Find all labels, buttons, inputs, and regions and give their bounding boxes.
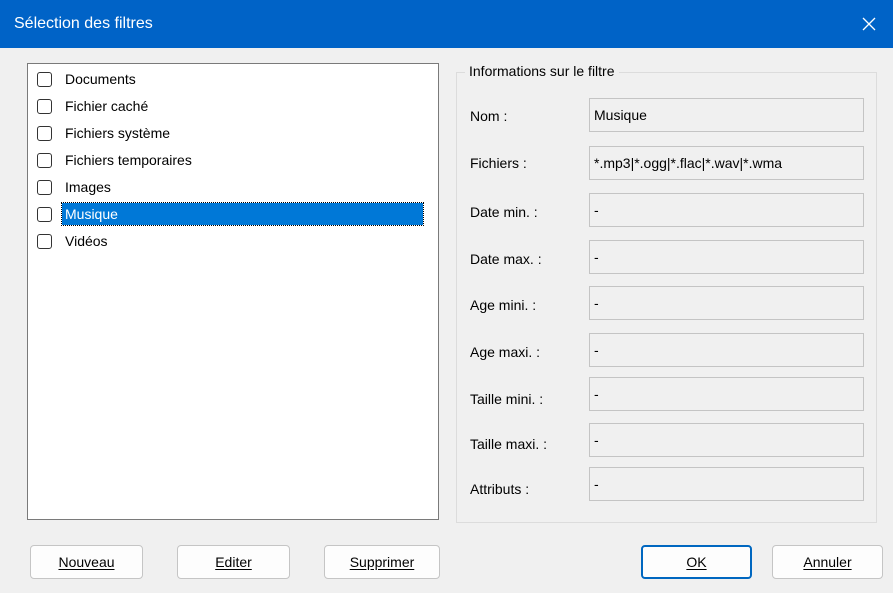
age-max-field: -: [589, 333, 864, 367]
list-item-documents[interactable]: Documents: [37, 68, 437, 90]
title-bar: Sélection des filtres: [0, 0, 893, 48]
size-max-label: Taille maxi. :: [470, 436, 548, 452]
group-title: Informations sur le filtre: [465, 63, 619, 79]
age-min-label: Age mini. :: [470, 297, 537, 313]
cancel-button[interactable]: Annuler: [772, 545, 883, 579]
ok-button[interactable]: OK: [641, 545, 752, 579]
size-max-field: -: [589, 423, 864, 457]
date-max-label: Date max. :: [470, 251, 542, 267]
date-min-field: -: [589, 193, 864, 227]
list-item-label: Fichiers temporaires: [65, 152, 192, 168]
checkbox[interactable]: [37, 126, 52, 141]
list-item-music[interactable]: Musique: [37, 202, 437, 226]
date-max-field: -: [589, 240, 864, 274]
files-field: *.mp3|*.ogg|*.flac|*.wav|*.wma: [589, 146, 864, 180]
window-title: Sélection des filtres: [14, 15, 153, 32]
checkbox[interactable]: [37, 207, 52, 222]
age-max-label: Age maxi. :: [470, 344, 541, 360]
name-field: Musique: [589, 98, 864, 132]
files-label: Fichiers :: [470, 155, 527, 171]
list-item-label: Fichier caché: [65, 98, 149, 114]
list-item-label: Images: [65, 179, 111, 195]
checkbox[interactable]: [37, 72, 52, 87]
age-min-field: -: [589, 286, 864, 320]
list-item-label: Vidéos: [65, 233, 108, 249]
list-item-temp-files[interactable]: Fichiers temporaires: [37, 149, 437, 171]
checkbox[interactable]: [37, 153, 52, 168]
checkbox[interactable]: [37, 234, 52, 249]
attributes-label: Attributs :: [470, 481, 530, 497]
list-item-label: Musique: [61, 202, 424, 226]
close-icon: [862, 17, 876, 31]
new-button[interactable]: Nouveau: [30, 545, 143, 579]
attributes-field: -: [589, 467, 864, 501]
size-min-label: Taille mini. :: [470, 391, 544, 407]
size-min-field: -: [589, 377, 864, 411]
close-button[interactable]: [845, 0, 893, 48]
list-item-label: Fichiers système: [65, 125, 171, 141]
list-item-videos[interactable]: Vidéos: [37, 230, 437, 252]
edit-button[interactable]: Editer: [177, 545, 290, 579]
checkbox[interactable]: [37, 99, 52, 114]
name-label: Nom :: [470, 108, 508, 124]
list-item-label: Documents: [65, 71, 136, 87]
delete-button[interactable]: Supprimer: [324, 545, 440, 579]
checkbox[interactable]: [37, 180, 52, 195]
list-item-system-files[interactable]: Fichiers système: [37, 122, 437, 144]
date-min-label: Date min. :: [470, 204, 538, 220]
list-item-images[interactable]: Images: [37, 176, 437, 198]
filter-listbox[interactable]: Documents Fichier caché Fichiers système…: [27, 63, 439, 520]
list-item-hidden-file[interactable]: Fichier caché: [37, 95, 437, 117]
